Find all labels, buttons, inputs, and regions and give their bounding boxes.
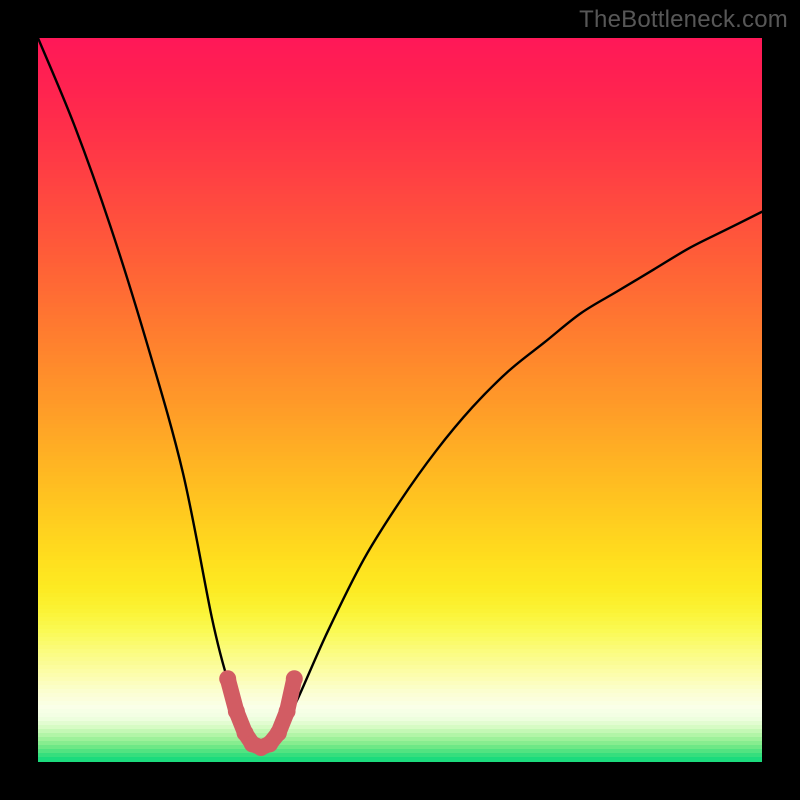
plot-area xyxy=(38,38,762,762)
frame-right xyxy=(762,0,800,800)
frame-left xyxy=(0,0,38,800)
watermark-text: TheBottleneck.com xyxy=(579,6,788,34)
frame-bottom xyxy=(0,762,800,800)
gradient-background xyxy=(38,38,762,762)
